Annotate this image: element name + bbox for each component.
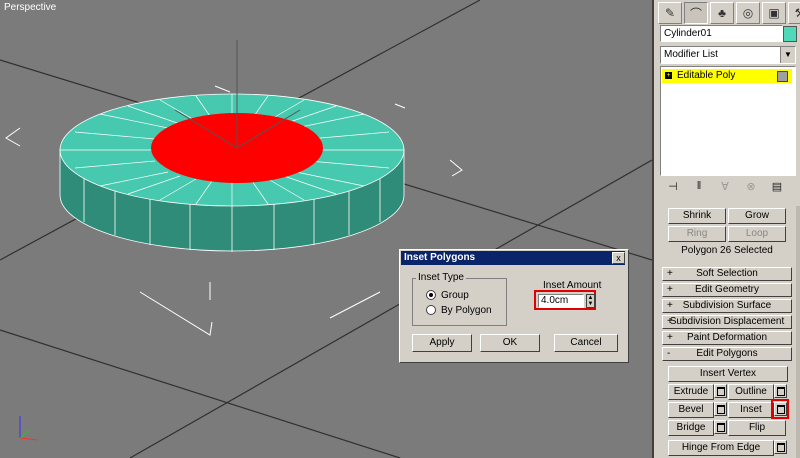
viewport-scene <box>0 0 652 458</box>
outline-settings-icon[interactable] <box>774 384 787 398</box>
stack-item-editable-poly[interactable]: + Editable Poly <box>662 69 792 83</box>
bridge-button[interactable]: Bridge <box>668 420 714 436</box>
ok-button[interactable]: OK <box>480 334 540 352</box>
axis-tripod-icon <box>19 416 39 441</box>
create-icon: ✎ <box>664 6 676 20</box>
command-panel: ✎ ⌒ ♣ ◎ ▣ ⚒ Cylinder01 Modifier List ▼ +… <box>652 0 800 458</box>
apply-button[interactable]: Apply <box>412 334 472 352</box>
radio-dot[interactable] <box>426 290 436 301</box>
flip-button[interactable]: Flip <box>728 420 786 436</box>
loop-button[interactable]: Loop <box>728 226 786 242</box>
rollout-paint-deformation[interactable]: + Paint Deformation <box>662 331 792 345</box>
ring-button[interactable]: Ring <box>668 226 726 242</box>
bevel-button[interactable]: Bevel <box>668 402 714 418</box>
stack-item-label: Editable Poly <box>677 70 736 81</box>
radio-by-polygon[interactable]: By Polygon <box>426 305 492 316</box>
perspective-viewport[interactable]: Perspective <box>0 0 652 458</box>
utilities-tab[interactable]: ⚒ <box>788 2 800 24</box>
shrink-button[interactable]: Shrink <box>668 208 726 224</box>
radio-group[interactable]: Group <box>426 290 469 301</box>
inset-amount-highlight: 4.0cm ▲ ▼ <box>534 290 596 310</box>
extrude-settings-icon[interactable] <box>714 384 727 398</box>
dialog-title[interactable]: Inset Polygons <box>401 251 625 265</box>
rollout-area: Shrink Grow Ring Loop Polygon 26 Selecte… <box>660 206 794 458</box>
hinge-from-edge-button[interactable]: Hinge From Edge <box>668 440 774 456</box>
radio-dot[interactable] <box>426 305 436 316</box>
extrude-button[interactable]: Extrude <box>668 384 714 400</box>
rollout-edit-polygons[interactable]: - Edit Polygons <box>662 347 792 361</box>
inset-settings-highlight <box>771 399 789 419</box>
inset-type-group <box>412 278 507 326</box>
motion-tab[interactable]: ◎ <box>736 2 760 24</box>
modify-tab[interactable]: ⌒ <box>684 2 708 24</box>
close-icon[interactable]: x <box>612 252 625 264</box>
panel-tabs: ✎ ⌒ ♣ ◎ ▣ ⚒ <box>658 2 800 24</box>
stack-tools: ⊣ ǁ ∀ ⊗ ▤ <box>660 180 790 194</box>
display-icon: ▣ <box>768 6 780 20</box>
rollout-subdivision-displacement[interactable]: + Subdivision Displacement <box>662 315 792 329</box>
chevron-down-icon[interactable]: ▼ <box>780 47 795 63</box>
modify-icon: ⌒ <box>689 6 702 21</box>
pin-stack-icon[interactable]: ⊣ <box>660 180 686 194</box>
inset-polygons-dialog: Inset Polygons x Inset Type Group By Pol… <box>399 249 629 363</box>
display-tab[interactable]: ▣ <box>762 2 786 24</box>
make-unique-icon[interactable]: ∀ <box>712 180 738 194</box>
rollout-subdivision-surface[interactable]: + Subdivision Surface <box>662 299 792 313</box>
hierarchy-icon: ♣ <box>718 6 726 20</box>
modifier-stack[interactable]: + Editable Poly <box>660 66 796 176</box>
stack-item-swatch <box>777 71 788 82</box>
inset-button[interactable]: Inset <box>728 402 774 418</box>
panel-scrollbar[interactable] <box>796 206 800 458</box>
modifier-list-label: Modifier List <box>664 49 718 60</box>
rollout-edit-geometry[interactable]: + Edit Geometry <box>662 283 792 297</box>
motion-icon: ◎ <box>742 6 754 20</box>
spinner-icon[interactable]: ▲ ▼ <box>586 294 595 308</box>
create-tab[interactable]: ✎ <box>658 2 682 24</box>
utilities-icon: ⚒ <box>794 6 800 20</box>
configure-modifier-sets-icon[interactable]: ▤ <box>764 180 790 194</box>
show-end-result-icon[interactable]: ǁ <box>686 180 712 194</box>
viewport-label[interactable]: Perspective <box>4 2 56 13</box>
rollout-soft-selection[interactable]: + Soft Selection <box>662 267 792 281</box>
inset-amount-input[interactable]: 4.0cm <box>538 294 584 308</box>
outline-button[interactable]: Outline <box>728 384 774 400</box>
object-name-field[interactable]: Cylinder01 <box>660 25 783 42</box>
hinge-settings-icon[interactable] <box>774 440 787 454</box>
bevel-settings-icon[interactable] <box>714 402 727 416</box>
insert-vertex-button[interactable]: Insert Vertex <box>668 366 788 382</box>
inset-type-label: Inset Type <box>416 272 466 283</box>
selection-status: Polygon 26 Selected <box>681 245 773 256</box>
bridge-settings-icon[interactable] <box>714 420 727 434</box>
expand-icon[interactable]: + <box>665 71 672 79</box>
hierarchy-tab[interactable]: ♣ <box>710 2 734 24</box>
modifier-list-dropdown[interactable]: Modifier List ▼ <box>660 46 796 64</box>
grow-button[interactable]: Grow <box>728 208 786 224</box>
object-color-swatch[interactable] <box>783 26 797 42</box>
remove-modifier-icon[interactable]: ⊗ <box>738 180 764 194</box>
cancel-button[interactable]: Cancel <box>554 334 618 352</box>
